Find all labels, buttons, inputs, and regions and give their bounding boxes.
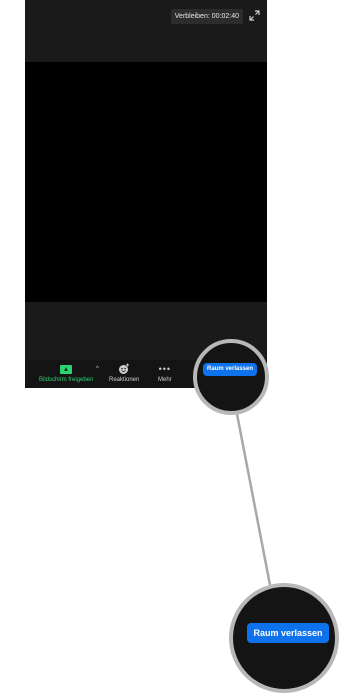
more-dots-icon: ••• [158,363,172,374]
top-bar: Verbleiben: 00:02:40 [25,0,267,62]
share-screen-button[interactable]: Bildschirm freigeben [39,363,93,383]
reactions-label: Reaktionen [109,377,140,383]
leave-room-button[interactable]: Raum verlassen [202,362,258,376]
caret-up-icon[interactable]: ^ [96,366,99,372]
reactions-icon [119,363,130,374]
remaining-time-badge: Verbleiben: 00:02:40 [170,9,243,24]
expand-icon[interactable] [248,9,261,22]
share-screen-label: Bildschirm freigeben [39,377,94,383]
meeting-window: Verbleiben: 00:02:40 Bildschirm freigebe… [25,0,267,388]
leave-room-button-zoomed[interactable]: Raum verlassen [247,623,329,643]
magnifier-small: Raum verlassen [193,339,269,415]
video-area [25,62,267,302]
magnifier-large: Raum verlassen [229,583,339,693]
reactions-button[interactable]: Reaktionen [109,363,139,383]
share-screen-icon [60,364,73,374]
more-label: Mehr [158,377,172,383]
more-button[interactable]: ••• Mehr [158,363,172,383]
